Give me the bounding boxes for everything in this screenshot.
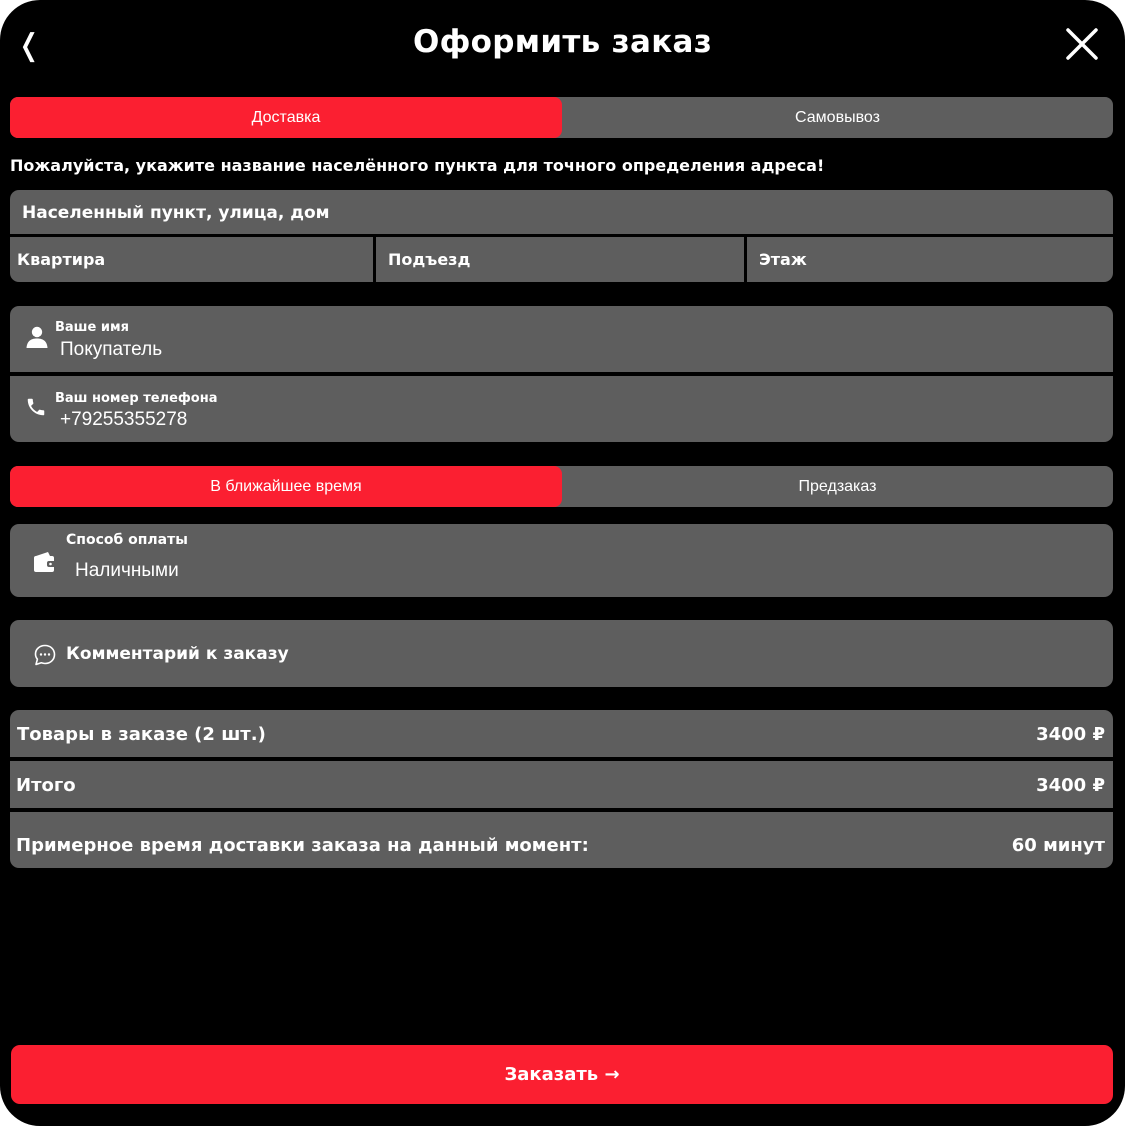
items-count-label: Товары в заказе (2 шт.)	[17, 724, 266, 745]
address-hint: Пожалуйста, укажите название населённого…	[10, 156, 825, 175]
apartment-input[interactable]: Квартира	[10, 237, 373, 282]
name-label: Ваше имя	[55, 320, 129, 335]
checkout-modal: ❬ Оформить заказ Доставка Самовывоз Пожа…	[0, 0, 1125, 1126]
summary-eta-row: Примерное время доставки заказа на данны…	[10, 812, 1113, 868]
page-title: Оформить заказ	[412, 24, 713, 60]
tab-pickup[interactable]: Самовывоз	[562, 97, 1113, 138]
name-field[interactable]: Ваше имя Покупатель	[10, 306, 1113, 372]
payment-value: Наличными	[75, 560, 179, 581]
close-icon	[1066, 28, 1098, 60]
apartment-placeholder: Квартира	[17, 250, 106, 269]
summary-total-row: Итого 3400 ₽	[10, 761, 1113, 808]
total-label: Итого	[16, 775, 76, 796]
place-order-button[interactable]: Заказать →	[11, 1045, 1113, 1104]
phone-icon	[27, 398, 45, 416]
items-price: 3400 ₽	[1036, 724, 1105, 745]
user-icon	[26, 326, 48, 348]
tab-asap[interactable]: В ближайшее время	[10, 466, 562, 507]
phone-value: +79255355278	[60, 409, 188, 430]
name-value: Покупатель	[60, 339, 163, 360]
delivery-method-tabs: Доставка Самовывоз	[10, 97, 1113, 138]
tab-delivery[interactable]: Доставка	[10, 97, 562, 138]
address-placeholder: Населенный пункт, улица, дом	[22, 203, 330, 223]
phone-label: Ваш номер телефона	[55, 391, 218, 406]
entrance-placeholder: Подъезд	[388, 250, 471, 269]
address-input[interactable]: Населенный пункт, улица, дом	[10, 190, 1113, 234]
wallet-icon	[34, 552, 56, 572]
eta-value: 60 минут	[1011, 835, 1105, 856]
close-button[interactable]	[1064, 26, 1100, 62]
payment-method-field[interactable]: Способ оплаты Наличными	[10, 524, 1113, 597]
eta-label: Примерное время доставки заказа на данны…	[16, 835, 589, 856]
summary-items-row: Товары в заказе (2 шт.) 3400 ₽	[10, 710, 1113, 757]
entrance-input[interactable]: Подъезд	[376, 237, 744, 282]
payment-label: Способ оплаты	[66, 532, 188, 548]
chat-bubble-icon	[34, 644, 56, 666]
comment-placeholder: Комментарий к заказу	[66, 644, 289, 664]
floor-input[interactable]: Этаж	[747, 237, 1113, 282]
phone-field[interactable]: Ваш номер телефона +79255355278	[10, 376, 1113, 442]
total-price: 3400 ₽	[1036, 775, 1105, 796]
tab-preorder[interactable]: Предзаказ	[562, 466, 1113, 507]
floor-placeholder: Этаж	[759, 250, 807, 269]
delivery-time-tabs: В ближайшее время Предзаказ	[10, 466, 1113, 507]
order-comment-input[interactable]: Комментарий к заказу	[10, 620, 1113, 687]
